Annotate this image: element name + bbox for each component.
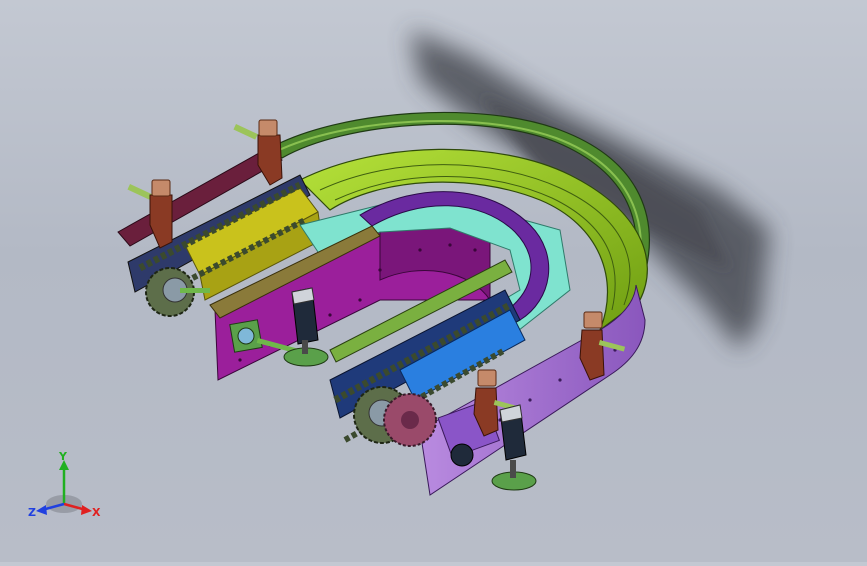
view-orientation-triad[interactable]: Y X Z — [24, 448, 104, 522]
bracket-left-bottom[interactable] — [149, 179, 173, 249]
bracket-left-top[interactable] — [257, 119, 283, 186]
z-axis-label: Z — [28, 506, 36, 519]
conveyor-model[interactable] — [0, 0, 867, 562]
graphics-viewport[interactable] — [0, 0, 867, 562]
x-axis-label: X — [92, 506, 101, 519]
y-axis-label: Y — [58, 450, 68, 463]
